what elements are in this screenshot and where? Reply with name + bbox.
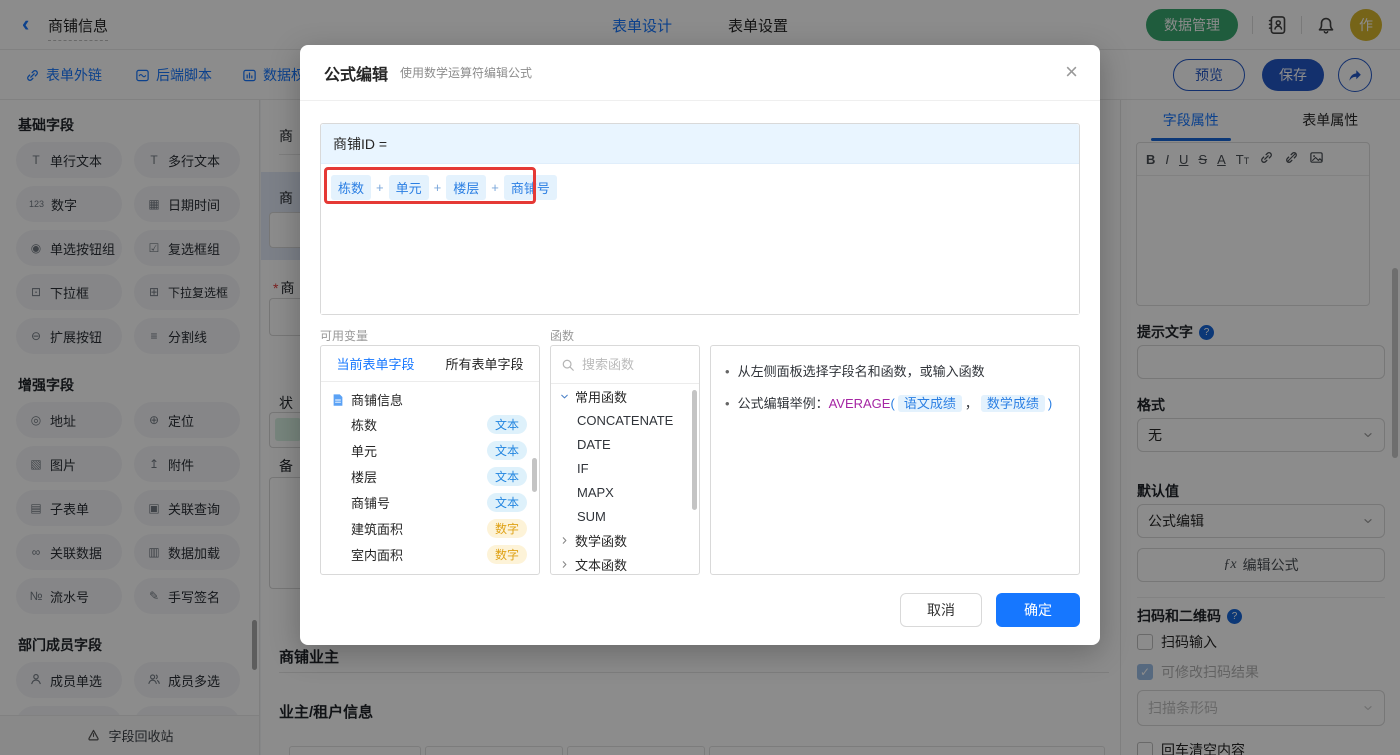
variables-label: 可用变量: [320, 329, 369, 343]
function-search: [551, 346, 699, 384]
functions-label: 函数: [550, 329, 575, 343]
type-badge: 文本: [486, 466, 527, 486]
plus-operator: +: [433, 180, 442, 195]
field-token[interactable]: 商铺号: [503, 175, 557, 200]
formula-input-area[interactable]: 栋数 + 单元 + 楼层 + 商铺号: [321, 164, 1079, 314]
confirm-button[interactable]: 确定: [996, 593, 1080, 627]
form-group-row[interactable]: 商铺信息: [321, 382, 539, 411]
plus-operator: +: [376, 180, 384, 195]
help-panel: • 从左侧面板选择字段名和函数，或输入函数 • 公式编辑举例：AVERAGE(语…: [710, 345, 1080, 575]
variable-row[interactable]: 单元 文本: [321, 437, 539, 463]
field-token[interactable]: 栋数: [331, 175, 372, 200]
function-name-example: AVERAGE: [828, 396, 891, 411]
plus-operator: +: [491, 180, 499, 195]
formula-tokens: 栋数 + 单元 + 楼层 + 商铺号: [331, 175, 557, 200]
formula-target: 商铺ID =: [321, 124, 1079, 164]
formula-editor: 商铺ID = 栋数 + 单元 + 楼层 + 商铺号: [320, 123, 1080, 315]
help-line-1: • 从左侧面板选择字段名和函数，或输入函数: [725, 364, 985, 379]
type-badge: 文本: [486, 414, 527, 434]
function-item[interactable]: MAPX: [551, 480, 699, 504]
functions-panel: 常用函数 CONCATENATE DATE IF MAPX SUM 数学函数 文…: [550, 345, 700, 575]
function-group-text[interactable]: 文本函数: [551, 552, 699, 574]
tab-current-form-fields[interactable]: 当前表单字段: [336, 354, 414, 373]
formula-edit-modal: 公式编辑 使用数学运算符编辑公式 × 商铺ID = 栋数 + 单元 + 楼层 +…: [300, 45, 1100, 645]
type-badge: 文本: [486, 492, 527, 512]
example-field-chip: 语文成绩: [897, 395, 962, 412]
variables-scrollbar[interactable]: [532, 458, 537, 492]
function-item[interactable]: IF: [551, 456, 699, 480]
variable-row[interactable]: 商铺号 文本: [321, 489, 539, 515]
close-icon[interactable]: ×: [1065, 59, 1078, 85]
variable-row[interactable]: 室内面积 数字: [321, 541, 539, 567]
chevron-down-icon: [559, 391, 570, 402]
form-doc-icon: [331, 393, 345, 407]
function-item[interactable]: CONCATENATE: [551, 408, 699, 432]
modal-header: 公式编辑 使用数学运算符编辑公式 ×: [300, 45, 1100, 101]
modal-title: 公式编辑: [324, 66, 389, 84]
search-icon: [561, 358, 575, 372]
field-token[interactable]: 单元: [388, 175, 429, 200]
variable-row[interactable]: 楼层 文本: [321, 463, 539, 489]
function-group-common[interactable]: 常用函数: [551, 384, 699, 408]
help-line-2: • 公式编辑举例：AVERAGE(语文成绩，数学成绩): [725, 395, 1053, 412]
variables-panel: 当前表单字段 所有表单字段 商铺信息 栋数 文本 单元 文本 楼层 文本 商铺号 文本 …: [320, 345, 540, 575]
tab-all-form-fields[interactable]: 所有表单字段: [445, 354, 523, 373]
modal-subtitle: 使用数学运算符编辑公式: [400, 66, 533, 80]
example-field-chip: 数学成绩: [980, 395, 1045, 412]
variable-row[interactable]: 栋数 文本: [321, 411, 539, 437]
chevron-right-icon: [559, 559, 570, 570]
function-item[interactable]: DATE: [551, 432, 699, 456]
variables-tabs: 当前表单字段 所有表单字段: [321, 346, 539, 382]
function-item[interactable]: SUM: [551, 504, 699, 528]
type-badge: 数字: [486, 518, 527, 538]
function-group-math[interactable]: 数学函数: [551, 528, 699, 552]
function-search-input[interactable]: [582, 357, 682, 372]
field-token[interactable]: 楼层: [446, 175, 487, 200]
variable-row[interactable]: 建筑面积 数字: [321, 515, 539, 541]
type-badge: 数字: [486, 544, 527, 564]
functions-scrollbar[interactable]: [692, 390, 697, 510]
chevron-right-icon: [559, 535, 570, 546]
type-badge: 文本: [486, 440, 527, 460]
cancel-button[interactable]: 取消: [900, 593, 982, 627]
